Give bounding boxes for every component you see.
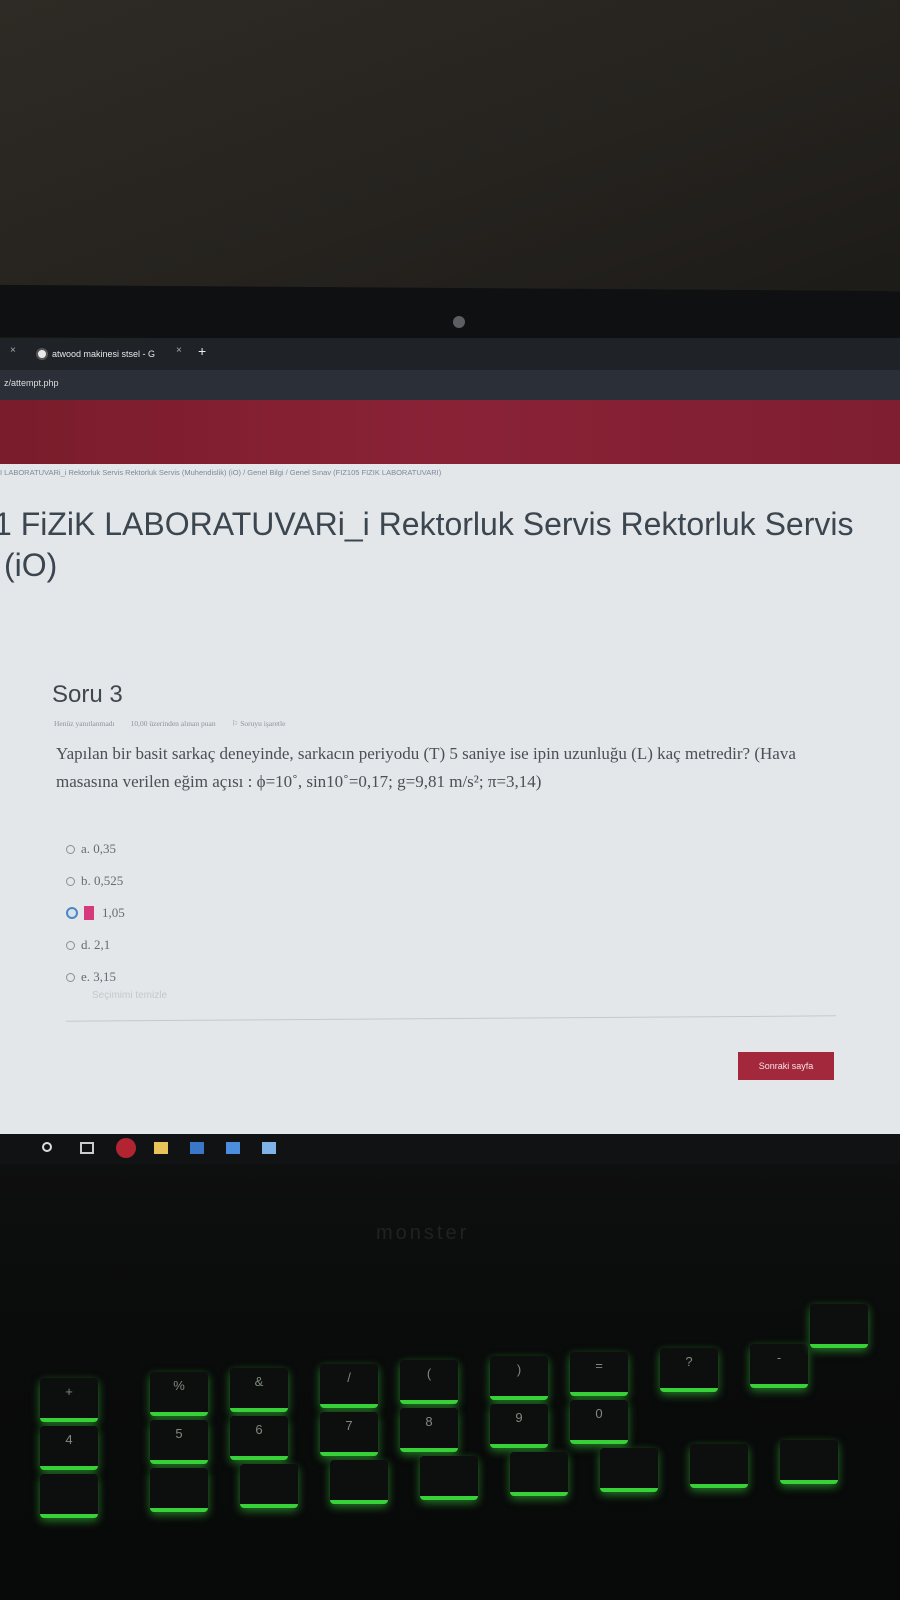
key[interactable]: 9 bbox=[490, 1404, 548, 1448]
option-a[interactable]: a. 0,35 bbox=[66, 833, 125, 865]
key[interactable] bbox=[420, 1456, 478, 1500]
brand-logo: monster bbox=[376, 1222, 470, 1244]
flag-question-label: Soruyu işaretle bbox=[240, 719, 286, 728]
browser-tab[interactable]: atwood makinesi stsel - G bbox=[30, 343, 161, 365]
tab-title: atwood makinesi stsel - G bbox=[52, 349, 156, 359]
site-header-banner bbox=[0, 400, 900, 464]
key[interactable]: = bbox=[570, 1352, 628, 1396]
windows-taskbar bbox=[0, 1134, 900, 1164]
key[interactable]: & bbox=[230, 1368, 288, 1412]
new-tab-button[interactable]: + bbox=[198, 343, 206, 359]
key[interactable]: 7 bbox=[320, 1412, 378, 1456]
address-bar[interactable]: z/attempt.php bbox=[0, 370, 900, 400]
key[interactable] bbox=[330, 1460, 388, 1504]
key[interactable]: 0 bbox=[570, 1400, 628, 1444]
option-c[interactable]: 1,05 bbox=[66, 897, 125, 929]
key[interactable]: / bbox=[320, 1364, 378, 1408]
highlight-mark bbox=[84, 906, 94, 920]
key[interactable] bbox=[510, 1452, 568, 1496]
key[interactable]: 4 bbox=[40, 1426, 98, 1470]
next-page-button[interactable]: Sonraki sayfa bbox=[738, 1052, 834, 1080]
laptop-screen: × atwood makinesi stsel - G × + z/attemp… bbox=[0, 338, 900, 1164]
key[interactable] bbox=[600, 1448, 658, 1492]
course-title: 1 FiZiK LABORATUVARi_i Rektorluk Servis … bbox=[0, 506, 854, 542]
key[interactable] bbox=[40, 1474, 98, 1518]
url-text: z/attempt.php bbox=[4, 378, 59, 388]
key[interactable] bbox=[690, 1444, 748, 1488]
question-status: Henüz yanıtlanmadı bbox=[54, 719, 115, 728]
flag-question-link[interactable]: ⚐ Soruyu işaretle bbox=[232, 719, 286, 728]
key[interactable] bbox=[810, 1304, 868, 1348]
clear-choice-link[interactable]: Seçimimi temizle bbox=[92, 990, 167, 1001]
opera-browser-icon[interactable] bbox=[116, 1138, 136, 1158]
option-e[interactable]: e. 3,15 bbox=[66, 961, 125, 993]
google-favicon-icon bbox=[36, 348, 48, 360]
flag-icon: ⚐ bbox=[231, 719, 239, 728]
radio-button[interactable] bbox=[66, 940, 75, 950]
task-view-icon[interactable] bbox=[80, 1142, 94, 1154]
app-icon[interactable] bbox=[226, 1142, 240, 1154]
divider bbox=[66, 1015, 836, 1022]
question-title: Soru 3 bbox=[52, 681, 123, 708]
close-tab-icon[interactable]: × bbox=[176, 345, 182, 356]
laptop-keyboard: monster + 4 % 5 & 6 / 7 ( 8 ) 9 = 0 ? - bbox=[0, 1164, 900, 1600]
radio-button[interactable] bbox=[66, 876, 75, 886]
breadcrumb[interactable]: I LABORATUVARi_i Rektorluk Servis Rektor… bbox=[0, 468, 441, 477]
store-icon[interactable] bbox=[190, 1142, 204, 1154]
answer-options: a. 0,35 b. 0,525 1,05 d. 2,1 e. 3,15 bbox=[66, 833, 125, 993]
key[interactable]: ) bbox=[490, 1356, 548, 1400]
search-icon[interactable] bbox=[42, 1142, 52, 1152]
document-icon[interactable] bbox=[262, 1142, 276, 1154]
key[interactable]: % bbox=[150, 1372, 208, 1416]
option-label: d. 2,1 bbox=[81, 937, 111, 952]
key[interactable]: ? bbox=[660, 1348, 718, 1392]
close-tab-icon[interactable]: × bbox=[10, 345, 16, 356]
key[interactable]: 5 bbox=[150, 1420, 208, 1464]
course-title-line2: (iO) bbox=[4, 547, 58, 583]
key[interactable] bbox=[780, 1440, 838, 1484]
key[interactable] bbox=[150, 1468, 208, 1512]
question-points: 10,00 üzerinden alınan puan bbox=[130, 719, 216, 728]
laptop-bezel bbox=[0, 284, 900, 344]
key[interactable] bbox=[240, 1464, 298, 1508]
option-label: 1,05 bbox=[102, 905, 125, 920]
key[interactable]: 6 bbox=[230, 1416, 288, 1460]
file-explorer-icon[interactable] bbox=[154, 1142, 168, 1154]
radio-button[interactable] bbox=[66, 844, 75, 854]
key[interactable]: 8 bbox=[400, 1408, 458, 1452]
browser-tab-bar: × atwood makinesi stsel - G × + bbox=[0, 338, 900, 370]
option-b[interactable]: b. 0,525 bbox=[66, 865, 125, 897]
option-label: b. 0,525 bbox=[81, 873, 124, 888]
option-label: a. 0,35 bbox=[81, 841, 117, 856]
question-text: Yapılan bir basit sarkaç deneyinde, sark… bbox=[56, 744, 796, 791]
question-meta: Henüz yanıtlanmadı 10,00 üzerinden alına… bbox=[54, 719, 285, 728]
key[interactable]: ( bbox=[400, 1360, 458, 1404]
background-wall bbox=[0, 0, 900, 300]
key[interactable]: - bbox=[750, 1344, 808, 1388]
option-label: e. 3,15 bbox=[81, 969, 117, 984]
radio-button-selected[interactable] bbox=[66, 907, 78, 919]
webcam-icon bbox=[453, 316, 465, 328]
radio-button[interactable] bbox=[66, 972, 75, 982]
key[interactable]: + bbox=[40, 1378, 98, 1422]
option-d[interactable]: d. 2,1 bbox=[66, 929, 125, 961]
